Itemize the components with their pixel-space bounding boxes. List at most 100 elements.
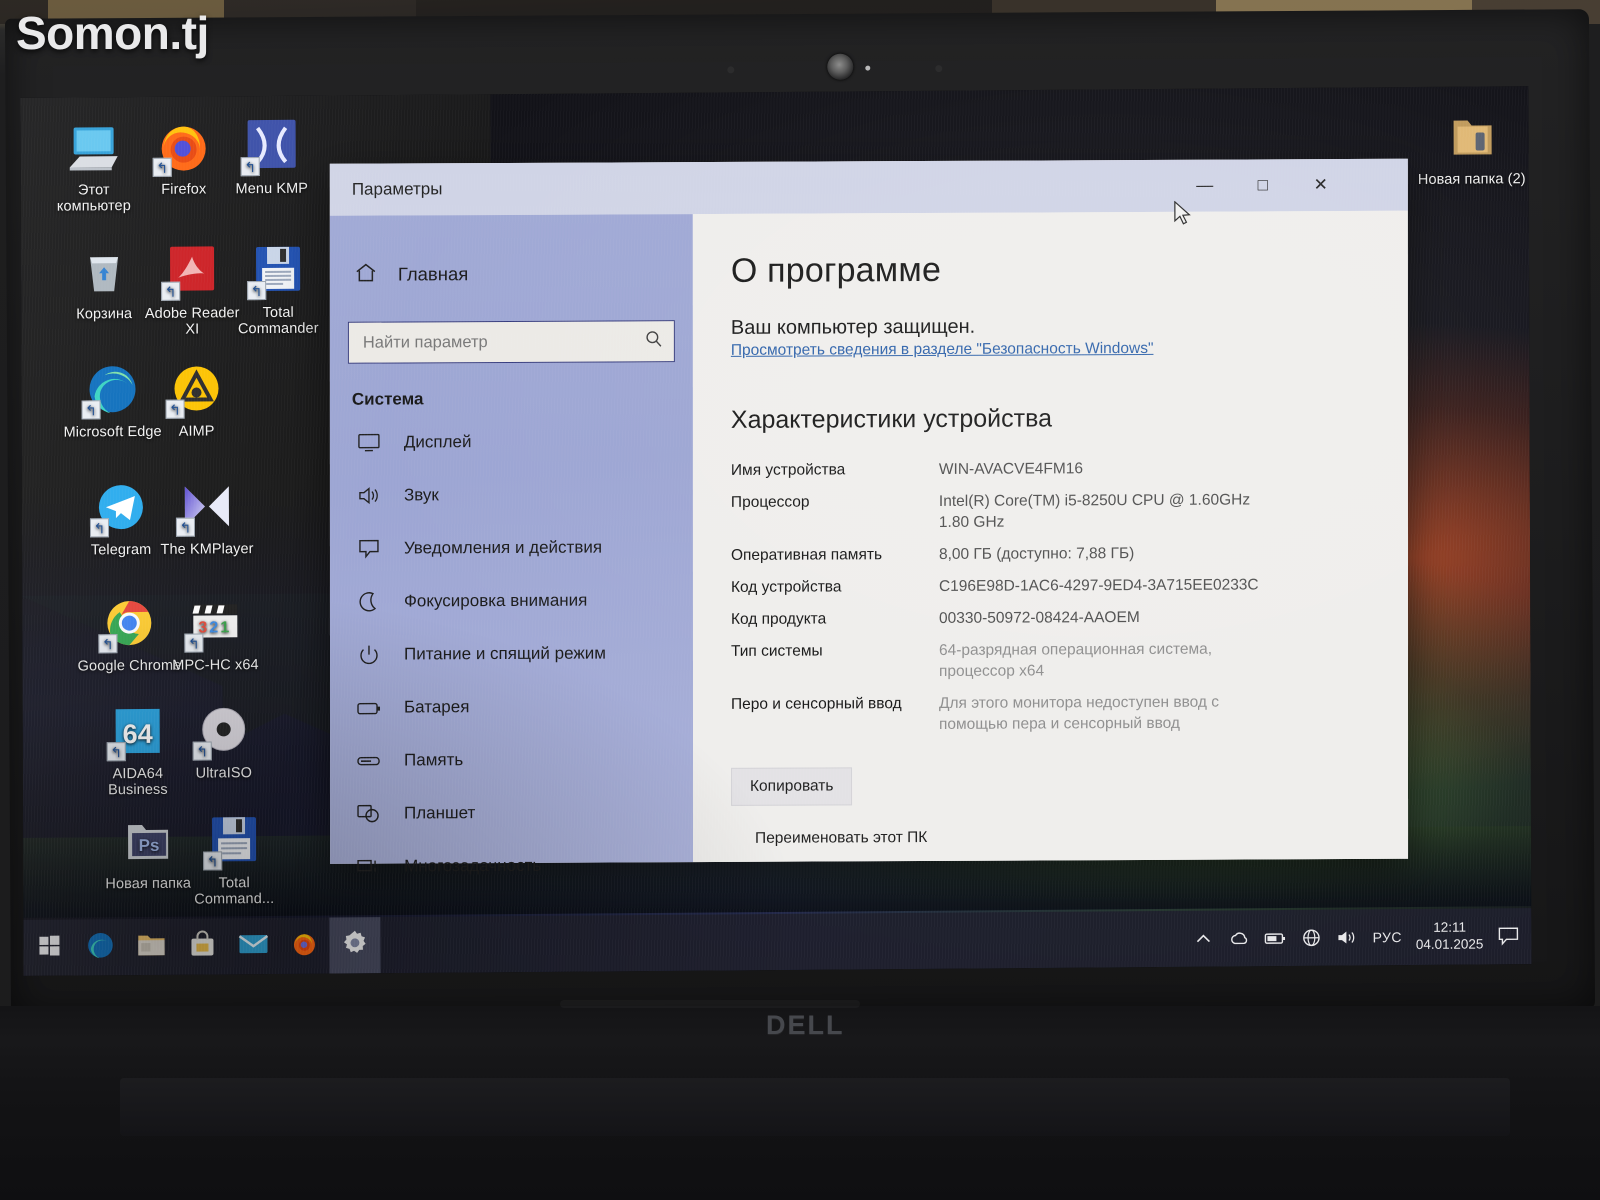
desktop-icon-aimp[interactable]: AIMP: [143, 360, 249, 440]
rename-pc-button[interactable]: Переименовать этот ПК: [755, 829, 927, 848]
spec-value: C196E98D-1AC6-4297-9ED4-3A715EE0233C: [938, 576, 1259, 596]
shortcut-overlay-icon: [192, 741, 212, 761]
shortcut-overlay-icon: [81, 400, 101, 420]
telegram-icon: [89, 479, 149, 538]
minimize-icon: —: [1196, 175, 1214, 195]
sidebar-item-home[interactable]: Главная: [330, 250, 693, 296]
notification-icon: [356, 536, 382, 560]
spec-value: Intel(R) Core(TM) i5-8250U CPU @ 1.60GHz…: [938, 491, 1251, 532]
sidebar-item-tablet[interactable]: Планшет: [330, 785, 693, 840]
sidebar-item-notifications[interactable]: Уведомления и действия: [330, 520, 693, 575]
sidebar-item-sound[interactable]: Звук: [330, 467, 693, 522]
desktop-icon-new-folder-2[interactable]: Новая папка (2): [1413, 108, 1531, 188]
page-title: О программе: [730, 250, 942, 290]
window-body: Главная Система Дисплей: [329, 210, 1409, 875]
show-hidden-icons-button[interactable]: [1193, 928, 1215, 950]
tablet-icon: [356, 801, 382, 825]
protection-status: Ваш компьютер защищен.: [730, 315, 976, 339]
spec-value: 00330-50972-08424-AAOEM: [938, 609, 1140, 628]
sidebar-item-label: Дисплей: [403, 431, 472, 451]
desktop-icon-label: Total Commander: [237, 304, 319, 338]
taskbar: РУС 12:11 04.01.2025: [23, 908, 1532, 976]
close-button[interactable]: ✕: [1292, 159, 1350, 211]
mail-app-button[interactable]: [227, 918, 278, 974]
search-input[interactable]: [362, 331, 644, 353]
spec-key: Оперативная память: [730, 546, 883, 565]
spec-row: Тип системы 64-разрядная операционная си…: [731, 639, 1269, 694]
sidebar-item-battery[interactable]: Батарея: [330, 679, 693, 734]
shortcut-overlay-icon: [184, 633, 204, 653]
firefox-icon: [152, 118, 212, 177]
battery-tray-icon[interactable]: [1264, 927, 1287, 949]
spec-key: Процессор: [730, 493, 810, 512]
sidebar-item-label: Звук: [403, 484, 439, 504]
aida64-icon: 64: [106, 703, 166, 762]
settings-window[interactable]: Параметры — □ ✕ Главная Найти параметр С…: [329, 158, 1409, 875]
microsoft-store-button[interactable]: [176, 918, 227, 974]
firefox-icon: [290, 929, 318, 962]
windows-security-link[interactable]: Просмотреть сведения в разделе "Безопасн…: [731, 340, 1154, 359]
desktop-icon-label: The KMPlayer: [160, 541, 254, 558]
sidebar-home-label: Главная: [397, 263, 469, 285]
spec-row: Процессор Intel(R) Core(TM) i5-8250U CPU…: [731, 491, 1269, 546]
svg-text:1: 1: [220, 619, 229, 636]
spec-row: Оперативная память 8,00 ГБ (доступно: 7,…: [731, 544, 1269, 578]
close-icon: ✕: [1313, 175, 1328, 195]
action-center-button[interactable]: [1497, 925, 1519, 947]
sidebar-item-label: Уведомления и действия: [403, 537, 603, 557]
clapperboard-icon: 3 2 1: [184, 594, 243, 653]
settings-taskbar-button[interactable]: [329, 917, 381, 974]
window-titlebar[interactable]: Параметры — □ ✕: [329, 158, 1408, 216]
search-icon[interactable]: [644, 329, 664, 354]
spec-row: Код продукта 00330-50972-08424-AAOEM: [731, 607, 1269, 641]
storage-icon: [356, 748, 382, 772]
envelope-icon: [238, 932, 268, 961]
spec-row: Имя устройства WIN-AVACVE4FM16: [731, 459, 1269, 493]
edge-taskbar-button[interactable]: [74, 919, 125, 975]
desktop-icon-total-command-2[interactable]: Total Command...: [181, 812, 287, 908]
onedrive-tray-icon[interactable]: [1229, 927, 1251, 949]
shortcut-overlay-icon: [98, 634, 118, 654]
maximize-icon: □: [1257, 175, 1268, 195]
volume-tray-icon[interactable]: [1337, 926, 1359, 948]
language-indicator[interactable]: РУС: [1373, 929, 1402, 945]
sidebar-item-focus-assist[interactable]: Фокусировка внимания: [330, 573, 693, 628]
sidebar-item-label: Батарея: [404, 696, 470, 716]
file-explorer-button[interactable]: [125, 919, 176, 975]
mic-dot-left: [727, 66, 735, 74]
device-specs-heading: Характеристики устройства: [730, 404, 1053, 435]
desktop-icon-menu-kmp[interactable]: Menu KMP: [219, 118, 325, 198]
spec-value: 8,00 ГБ (доступно: 7,88 ГБ): [938, 545, 1135, 564]
battery-icon: [356, 695, 382, 719]
maximize-button[interactable]: □: [1234, 159, 1292, 211]
clock[interactable]: 12:11 04.01.2025: [1416, 920, 1484, 954]
firefox-taskbar-button[interactable]: [278, 918, 329, 974]
shortcut-overlay-icon: [89, 518, 110, 538]
desktop-icon-kmplayer[interactable]: The KMPlayer: [154, 478, 260, 558]
start-button[interactable]: [23, 920, 74, 976]
device-specs-table: Имя устройства WIN-AVACVE4FM16 Процессор…: [731, 459, 1269, 748]
search-box[interactable]: [347, 320, 675, 364]
sidebar-item-label: Память: [404, 749, 464, 769]
multitasking-icon: [356, 854, 382, 878]
spec-value: Для этого монитора недоступен ввод с пом…: [938, 693, 1220, 733]
desktop-icon-ultraiso[interactable]: UltraISO: [171, 702, 277, 782]
home-icon: [354, 261, 378, 288]
somon-watermark: Somon.tj: [16, 7, 209, 59]
sidebar-item-display[interactable]: Дисплей: [330, 414, 693, 469]
power-icon: [356, 642, 382, 666]
webcam-icon: [827, 53, 854, 80]
mouse-cursor: [1174, 200, 1191, 225]
sidebar-item-storage[interactable]: Память: [330, 732, 693, 787]
desktop-icon-total-commander[interactable]: Total Commander: [225, 241, 331, 337]
kmp-menu-icon: [240, 118, 300, 177]
desktop-icon-label: Новая папка (2): [1417, 171, 1526, 188]
network-tray-icon[interactable]: [1301, 927, 1323, 949]
sidebar-item-multitasking[interactable]: Многозадачность: [330, 838, 693, 893]
desktop-icon-mpc-hc[interactable]: 3 2 1 MPC-HC x64: [162, 594, 268, 674]
windows-logo-icon: [38, 934, 60, 961]
gear-icon: [341, 929, 368, 961]
copy-button[interactable]: Копировать: [731, 767, 853, 806]
sidebar-item-power-sleep[interactable]: Питание и спящий режим: [330, 626, 693, 681]
sidebar-item-label: Фокусировка внимания: [403, 590, 588, 610]
